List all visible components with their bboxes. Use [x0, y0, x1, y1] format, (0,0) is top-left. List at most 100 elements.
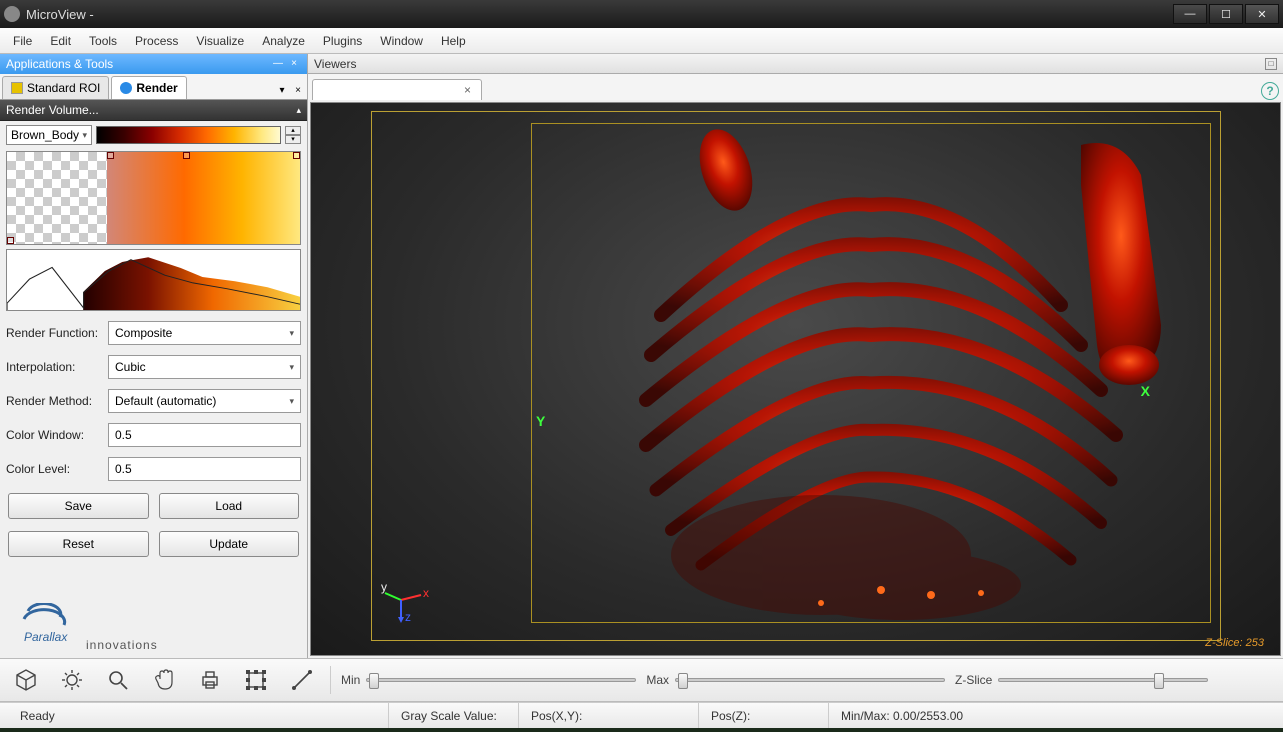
3d-viewport[interactable]: X Y x y z Z-Slice: 253	[310, 102, 1281, 656]
load-button[interactable]: Load	[159, 493, 300, 519]
reset-button[interactable]: Reset	[8, 531, 149, 557]
lut-spin-down[interactable]: ▾	[285, 135, 301, 144]
slider-zslice-thumb[interactable]	[1154, 673, 1164, 689]
select-interpolation-value: Cubic	[115, 360, 146, 374]
tab-dropdown-icon[interactable]: ▾	[275, 85, 289, 99]
chevron-down-icon: ▾	[289, 362, 294, 373]
viewer-header: Viewers □	[308, 54, 1283, 74]
render-body: Brown_Body ▾ ▴ ▾	[0, 121, 307, 561]
tool-pan-icon[interactable]	[146, 664, 182, 696]
maximize-button[interactable]: ☐	[1209, 4, 1243, 24]
svg-text:x: x	[423, 586, 429, 600]
chevron-down-icon: ▾	[289, 328, 294, 339]
input-color-window[interactable]	[108, 423, 301, 447]
collapse-arrow-icon: ▴	[296, 105, 301, 116]
z-slice-overlay: Z-Slice: 253	[1205, 637, 1264, 649]
statusbar: Ready Gray Scale Value: Pos(X,Y): Pos(Z)…	[0, 702, 1283, 728]
tool-print-icon[interactable]	[192, 664, 228, 696]
tool-tabbar: Standard ROI Render ▾ ×	[0, 74, 307, 100]
select-render-method[interactable]: Default (automatic) ▾	[108, 389, 301, 413]
tab-standard-roi-label: Standard ROI	[27, 81, 100, 95]
panel-close-icon[interactable]: ×	[287, 57, 301, 71]
tf-handle[interactable]	[107, 152, 114, 159]
viewer-maximize-icon[interactable]: □	[1265, 58, 1277, 70]
menu-plugins[interactable]: Plugins	[314, 30, 371, 52]
render-section-title: Render Volume...	[6, 103, 99, 117]
label-render-method: Render Method:	[6, 394, 102, 408]
render-section-header[interactable]: Render Volume... ▴	[0, 100, 307, 121]
slider-zslice-group: Z-Slice	[955, 673, 1208, 687]
menu-analyze[interactable]: Analyze	[253, 30, 314, 52]
transfer-function-editor[interactable]	[6, 151, 301, 245]
tool-zoom-icon[interactable]	[100, 664, 136, 696]
tool-line-icon[interactable]	[284, 664, 320, 696]
tf-handle[interactable]	[293, 152, 300, 159]
axis-x-label: X	[1141, 383, 1150, 399]
lut-gradient-preview	[96, 126, 281, 144]
chevron-down-icon: ▾	[289, 396, 294, 407]
label-color-level: Color Level:	[6, 462, 102, 476]
parallax-logo: Parallax innovations	[10, 603, 160, 651]
select-render-function[interactable]: Composite ▾	[108, 321, 301, 345]
slider-max[interactable]	[675, 678, 945, 682]
lut-spin-up[interactable]: ▴	[285, 126, 301, 135]
slider-max-thumb[interactable]	[678, 673, 688, 689]
viewer-tabbar: × ?	[308, 74, 1283, 100]
tab-close-icon[interactable]: ×	[291, 85, 305, 99]
slider-zslice[interactable]	[998, 678, 1208, 682]
viewer-panel: Viewers □ × ?	[308, 54, 1283, 658]
menu-process[interactable]: Process	[126, 30, 187, 52]
menu-help[interactable]: Help	[432, 30, 475, 52]
panel-minimize-icon[interactable]: —	[271, 57, 285, 71]
select-render-method-value: Default (automatic)	[115, 394, 216, 408]
select-interpolation[interactable]: Cubic ▾	[108, 355, 301, 379]
orientation-widget: x y z	[381, 575, 431, 625]
tab-render[interactable]: Render	[111, 76, 186, 99]
menu-visualize[interactable]: Visualize	[187, 30, 253, 52]
label-color-window: Color Window:	[6, 428, 102, 442]
input-color-level[interactable]	[108, 457, 301, 481]
lut-select[interactable]: Brown_Body ▾	[6, 125, 92, 145]
label-render-function: Render Function:	[6, 326, 102, 340]
logo-area: Parallax innovations	[0, 597, 307, 658]
viewer-tab[interactable]: ×	[312, 79, 482, 100]
menu-window[interactable]: Window	[371, 30, 432, 52]
lut-value: Brown_Body	[11, 128, 79, 142]
svg-text:Parallax: Parallax	[24, 630, 68, 644]
apps-tools-header: Applications & Tools — ×	[0, 54, 307, 74]
apps-tools-title: Applications & Tools	[6, 57, 271, 71]
slider-min-thumb[interactable]	[369, 673, 379, 689]
tf-handle[interactable]	[7, 237, 14, 244]
tool-transform-icon[interactable]	[238, 664, 274, 696]
status-pos-z: Pos(Z):	[698, 703, 828, 728]
status-gray-value: Gray Scale Value:	[388, 703, 518, 728]
histogram-canvas[interactable]	[6, 249, 301, 311]
help-icon[interactable]: ?	[1261, 82, 1279, 100]
close-button[interactable]: ✕	[1245, 4, 1279, 24]
update-button[interactable]: Update	[159, 531, 300, 557]
minimize-button[interactable]: —	[1173, 4, 1207, 24]
tab-standard-roi[interactable]: Standard ROI	[2, 76, 109, 99]
tool-cube-icon[interactable]	[8, 664, 44, 696]
roi-icon	[11, 82, 23, 94]
viewer-tab-close-icon[interactable]: ×	[462, 83, 473, 97]
tf-handle[interactable]	[183, 152, 190, 159]
select-render-function-value: Composite	[115, 326, 172, 340]
slider-min-group: Min	[341, 673, 636, 687]
status-ready: Ready	[8, 703, 388, 728]
status-pos-xy: Pos(X,Y):	[518, 703, 698, 728]
slider-max-group: Max	[646, 673, 945, 687]
menu-file[interactable]: File	[4, 30, 41, 52]
viewer-header-title: Viewers	[314, 57, 356, 71]
menubar: File Edit Tools Process Visualize Analyz…	[0, 28, 1283, 54]
slider-zslice-label: Z-Slice	[955, 673, 992, 687]
svg-text:innovations: innovations	[86, 638, 158, 651]
window-title: MicroView -	[26, 7, 1171, 22]
menu-tools[interactable]: Tools	[80, 30, 126, 52]
save-button[interactable]: Save	[8, 493, 149, 519]
slider-min[interactable]	[366, 678, 636, 682]
tab-render-label: Render	[136, 81, 177, 95]
menu-edit[interactable]: Edit	[41, 30, 80, 52]
status-minmax: Min/Max: 0.00/2553.00	[828, 703, 1275, 728]
tool-light-icon[interactable]	[54, 664, 90, 696]
